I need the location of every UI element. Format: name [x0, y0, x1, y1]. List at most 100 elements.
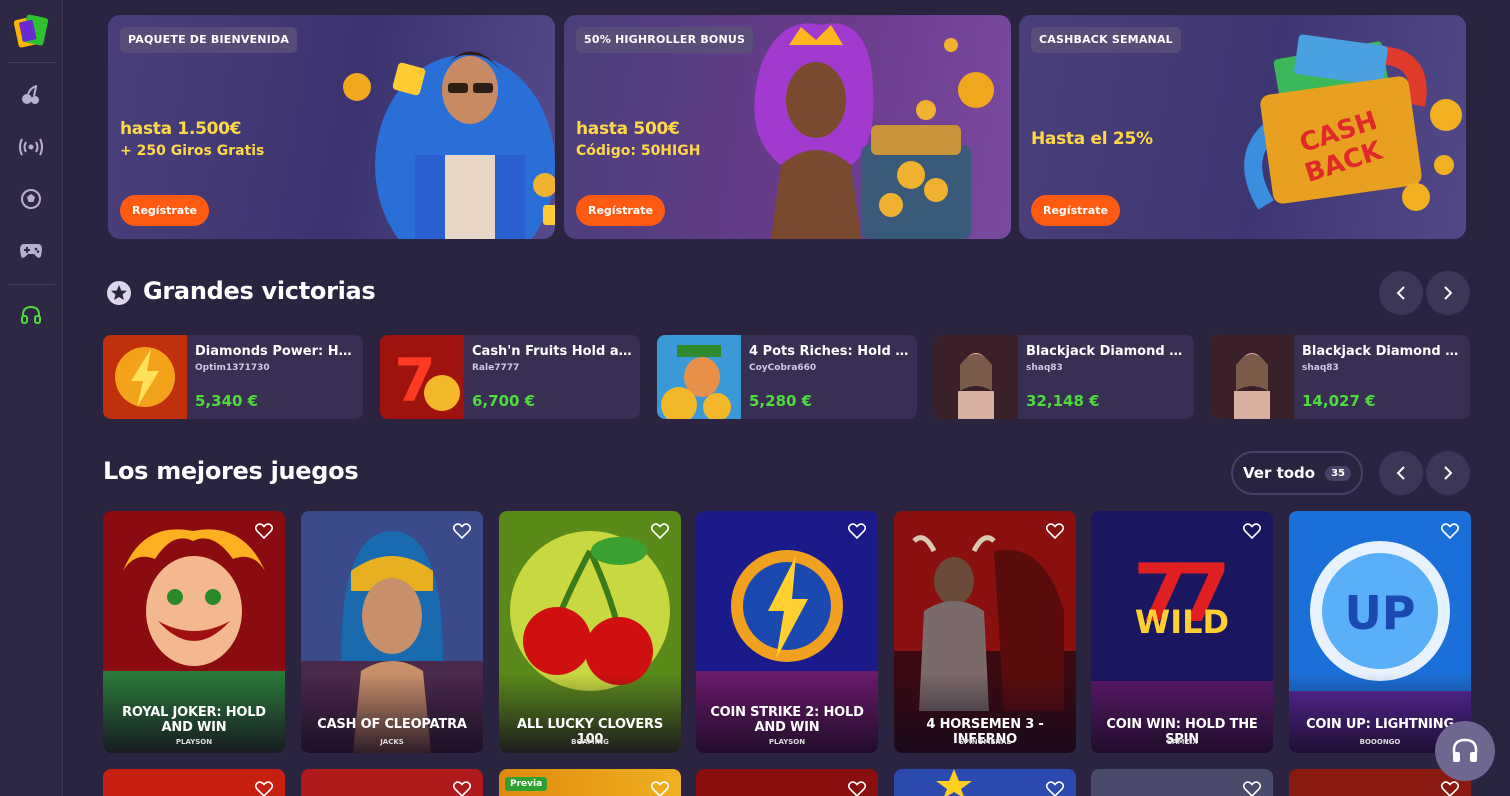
win-game-thumbnail: [657, 335, 741, 419]
win-game-name: Cash'n Fruits Hold and Win: [472, 344, 632, 359]
star-icon: [106, 280, 132, 306]
live-icon[interactable]: [18, 134, 44, 160]
favorite-heart-icon[interactable]: [255, 523, 273, 539]
favorite-heart-icon[interactable]: [1441, 781, 1459, 796]
game-tile[interactable]: [301, 769, 483, 796]
section-title-top-games: Los mejores juegos: [103, 457, 359, 485]
game-tile[interactable]: COIN STRIKE 2: HOLD AND WIN PLAYSON: [696, 511, 878, 753]
win-username: CoyCobra660: [749, 363, 817, 373]
banner-tag: PAQUETE DE BIENVENIDA: [120, 27, 298, 53]
favorite-heart-icon[interactable]: [848, 523, 866, 539]
game-tile[interactable]: ALL LUCKY CLOVERS 100 BGAMING: [499, 511, 681, 753]
game-title: COIN STRIKE 2: HOLD AND WIN: [710, 705, 864, 735]
favorite-heart-icon[interactable]: [651, 523, 669, 539]
win-amount: 6,700 €: [472, 392, 536, 410]
banner-subline: Código: 50HIGH: [576, 143, 701, 159]
game-provider: JACKS: [380, 738, 404, 746]
game-tile[interactable]: [696, 769, 878, 796]
favorite-heart-icon[interactable]: [848, 781, 866, 796]
favorite-heart-icon[interactable]: [1046, 781, 1064, 796]
favorite-heart-icon[interactable]: [453, 523, 471, 539]
win-amount: 5,280 €: [749, 392, 813, 410]
game-tile[interactable]: 7 7 WILD COIN WIN: HOLD THE SPIN GAMZIX: [1091, 511, 1273, 753]
win-game-thumbnail: 7: [380, 335, 464, 419]
game-tile[interactable]: 4 HORSEMEN 3 - INFERNO SPINOMENAL: [894, 511, 1076, 753]
banner-headline: Hasta el 25%: [1031, 129, 1153, 149]
game-title: ROYAL JOKER: HOLD AND WIN: [122, 705, 266, 735]
win-username: shaq83: [1026, 363, 1063, 373]
win-game-name: Diamonds Power: Hold and Win: [195, 344, 355, 359]
banner-cashback[interactable]: CASH BACK CASHBACK SEMANAL Hasta el 25% …: [1019, 15, 1466, 239]
game-title: COIN UP: LIGHTNING: [1306, 717, 1454, 732]
support-headphones-icon[interactable]: [18, 302, 44, 328]
sports-icon[interactable]: [18, 186, 44, 212]
win-game-name: 4 Pots Riches: Hold and Win: [749, 344, 909, 359]
game-tile[interactable]: CASH OF CLEOPATRA JACKS: [301, 511, 483, 753]
banner-welcome-art: [343, 51, 555, 239]
favorite-heart-icon[interactable]: [651, 781, 669, 796]
win-username: Rale7777: [472, 363, 520, 373]
game-provider: SPINOMENAL: [958, 738, 1012, 746]
favorite-heart-icon[interactable]: [1243, 523, 1261, 539]
headphones-icon: [1452, 738, 1478, 762]
star-icon: [936, 769, 972, 796]
win-card[interactable]: 7 Cash'n Fruits Hold and Win Rale7777 6,…: [380, 335, 640, 419]
favorite-heart-icon[interactable]: [1046, 523, 1064, 539]
view-all-label: Ver todo: [1242, 464, 1316, 482]
register-button[interactable]: Regístrate: [1031, 195, 1120, 226]
game-title: CASH OF CLEOPATRA: [317, 717, 467, 732]
win-game-thumbnail: [1210, 335, 1294, 419]
win-game-thumbnail: [934, 335, 1018, 419]
chevron-right-icon: [1444, 466, 1453, 480]
win-card[interactable]: Blackjack Diamond VIP shaq83 32,148 €: [934, 335, 1194, 419]
win-game-thumbnail: [103, 335, 187, 419]
games-next-button[interactable]: [1426, 451, 1470, 495]
favorite-heart-icon[interactable]: [255, 781, 273, 796]
game-provider: PLAYSON: [175, 738, 213, 746]
win-card[interactable]: Blackjack Diamond VIP shaq83 14,027 €: [1210, 335, 1470, 419]
win-game-name: Blackjack Diamond VIP: [1302, 344, 1462, 359]
game-tile[interactable]: Previa: [499, 769, 681, 796]
register-button[interactable]: Regístrate: [576, 195, 665, 226]
games-prev-button[interactable]: [1379, 451, 1423, 495]
banner-headline: hasta 1.500€: [120, 119, 242, 139]
view-all-button[interactable]: Ver todo 35: [1231, 451, 1363, 495]
game-provider: BGAMING: [571, 738, 609, 746]
banner-welcome[interactable]: PAQUETE DE BIENVENIDA hasta 1.500€ + 250…: [108, 15, 555, 239]
games-count-badge: 35: [1325, 465, 1352, 481]
win-amount: 5,340 €: [195, 392, 259, 410]
slots-icon[interactable]: [18, 82, 44, 108]
win-card[interactable]: Diamonds Power: Hold and Win Optim137173…: [103, 335, 363, 419]
chevron-left-icon: [1396, 466, 1405, 480]
support-chat-button[interactable]: [1435, 721, 1495, 781]
chevron-left-icon: [1396, 286, 1405, 300]
chevron-right-icon: [1444, 286, 1453, 300]
favorite-heart-icon[interactable]: [1243, 781, 1261, 796]
favorite-heart-icon[interactable]: [453, 781, 471, 796]
game-tile[interactable]: UP COIN UP: LIGHTNING BOOONGO: [1289, 511, 1471, 753]
favorite-heart-icon[interactable]: [1441, 523, 1459, 539]
sidebar: [0, 0, 63, 796]
banner-headline: hasta 500€: [576, 119, 680, 139]
logo-icon[interactable]: [12, 12, 50, 50]
win-game-name: Blackjack Diamond VIP: [1026, 344, 1186, 359]
banner-cashback-art: CASH BACK: [1244, 34, 1462, 211]
win-card[interactable]: 4 Pots Riches: Hold and Win CoyCobra660 …: [657, 335, 917, 419]
banner-tag: 50% HIGHROLLER BONUS: [576, 27, 754, 53]
game-provider: GAMZIX: [1166, 738, 1198, 746]
register-button[interactable]: Regístrate: [120, 195, 209, 226]
game-tile[interactable]: [1091, 769, 1273, 796]
game-tile[interactable]: ROYAL JOKER: HOLD AND WIN PLAYSON: [103, 511, 285, 753]
win-amount: 32,148 €: [1026, 392, 1100, 410]
banner-tag: CASHBACK SEMANAL: [1031, 27, 1181, 53]
game-tile[interactable]: [894, 769, 1076, 796]
games-icon[interactable]: [18, 238, 44, 264]
wins-next-button[interactable]: [1426, 271, 1470, 315]
game-tile[interactable]: [103, 769, 285, 796]
svg-text:WILD: WILD: [1135, 603, 1229, 641]
win-username: shaq83: [1302, 363, 1339, 373]
banner-highroller[interactable]: 50% HIGHROLLER BONUS hasta 500€ Código: …: [564, 15, 1011, 239]
preview-badge: Previa: [505, 777, 548, 791]
wins-prev-button[interactable]: [1379, 271, 1423, 315]
svg-text:UP: UP: [1344, 586, 1415, 640]
